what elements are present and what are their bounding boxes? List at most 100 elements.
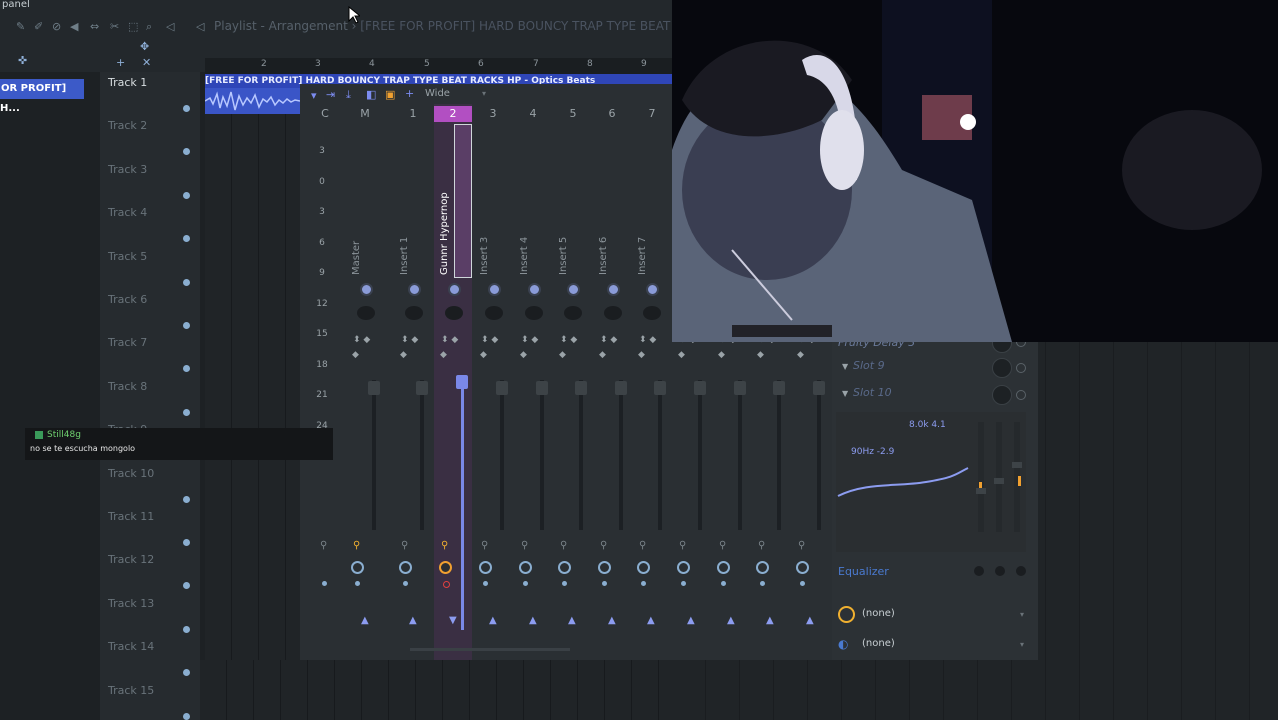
close-icon[interactable]: ✕ — [142, 56, 151, 69]
swap-arrows-icon[interactable]: ⬍ ◆ — [560, 336, 577, 345]
route-button[interactable] — [637, 561, 650, 574]
stereo-knob[interactable] — [357, 306, 375, 320]
channel-name[interactable]: Gunnr Hypernop — [439, 192, 450, 275]
lock-icon[interactable]: ⚲ — [521, 540, 528, 551]
stereo-knob[interactable] — [445, 306, 463, 320]
track-enable-dot[interactable] — [183, 495, 190, 503]
send-arrow-icon[interactable]: ▲ — [687, 615, 695, 626]
slot-10-enable[interactable] — [1016, 390, 1026, 400]
clip-selector[interactable]: OR PROFIT] H... — [0, 79, 84, 114]
route-button[interactable] — [717, 561, 730, 574]
lock-icon[interactable]: ⚲ — [353, 540, 360, 551]
channel-number[interactable]: 3 — [475, 107, 511, 120]
volume-fader-track[interactable] — [698, 380, 702, 530]
lock-icon[interactable]: ⚲ — [441, 540, 448, 551]
track-name[interactable]: Track 6 — [108, 293, 147, 306]
volume-fader-handle[interactable] — [654, 381, 666, 395]
mixer-scrollbar[interactable] — [410, 648, 570, 651]
channel-number[interactable]: 1 — [395, 107, 431, 120]
lock-icon[interactable]: ⚲ — [401, 540, 408, 551]
volume-fader-handle[interactable] — [536, 381, 548, 395]
chevron-down-icon[interactable]: ▾ — [482, 89, 486, 98]
volume-fader-track[interactable] — [420, 380, 424, 530]
lock-icon[interactable]: ⚲ — [320, 540, 327, 551]
pan-knob[interactable] — [488, 283, 501, 296]
send-arrow-icon[interactable]: ▼ — [449, 615, 457, 626]
track-enable-dot[interactable] — [183, 712, 190, 720]
channel-name[interactable]: Insert 1 — [399, 237, 410, 275]
record-arm-dot[interactable] — [355, 581, 360, 586]
track-enable-dot[interactable] — [183, 278, 190, 286]
track-name[interactable]: Track 2 — [108, 119, 147, 132]
record-arm-dot[interactable] — [800, 581, 805, 586]
swap-arrows-icon[interactable]: ⬍ ◆ — [401, 336, 418, 345]
stereo-separation-icon[interactable]: ◆ — [480, 351, 487, 360]
slot-10-mix-knob[interactable] — [992, 385, 1012, 405]
send-arrow-icon[interactable]: ▲ — [529, 615, 537, 626]
route-button[interactable] — [399, 561, 412, 574]
route-button[interactable] — [796, 561, 809, 574]
record-arm-dot[interactable] — [483, 581, 488, 586]
channel-name[interactable]: Insert 6 — [598, 237, 609, 275]
playlist-grid-bottom[interactable] — [200, 660, 672, 720]
volume-fader-track[interactable] — [540, 380, 544, 530]
track-name[interactable]: Track 3 — [108, 163, 147, 176]
mixer-menu-icon[interactable]: ▾ — [311, 89, 317, 102]
record-arm-dot[interactable] — [721, 581, 726, 586]
fx-slot-9[interactable]: Slot 9 — [853, 359, 885, 372]
stereo-knob[interactable] — [564, 306, 582, 320]
stereo-separation-icon[interactable]: ◆ — [520, 351, 527, 360]
channel-number[interactable]: C — [307, 107, 343, 120]
volume-fader-track[interactable] — [658, 380, 662, 530]
stereo-separation-icon[interactable]: ◆ — [559, 351, 566, 360]
stereo-separation-icon[interactable]: ◆ — [440, 351, 447, 360]
volume-fader-track[interactable] — [372, 380, 376, 530]
route-button[interactable] — [479, 561, 492, 574]
track-enable-dot[interactable] — [183, 539, 190, 546]
output-select[interactable]: (none) — [862, 638, 895, 649]
mixer-routing-icon[interactable]: ⇥ — [326, 88, 335, 101]
lock-icon[interactable]: ⚲ — [758, 540, 765, 551]
send-arrow-icon[interactable]: ▲ — [608, 615, 616, 626]
move-icon[interactable]: ✥ — [140, 40, 149, 53]
slot-9-mix-knob[interactable] — [992, 358, 1012, 378]
chevron-down-icon[interactable]: ▾ — [1020, 640, 1024, 649]
track-enable-dot[interactable] — [183, 105, 190, 112]
channel-number[interactable]: 4 — [515, 107, 551, 120]
route-button[interactable] — [519, 561, 532, 574]
record-arm-dot[interactable] — [681, 581, 686, 586]
chevron-down-icon[interactable]: ▼ — [842, 362, 848, 371]
stereo-knob[interactable] — [485, 306, 503, 320]
swap-arrows-icon[interactable]: ⬍ ◆ — [481, 336, 498, 345]
swap-arrows-icon[interactable]: ⬍ ◆ — [441, 336, 458, 345]
channel-name[interactable]: Insert 3 — [479, 237, 490, 275]
lock-icon[interactable]: ⚲ — [560, 540, 567, 551]
route-button[interactable] — [558, 561, 571, 574]
lock-icon[interactable]: ⚲ — [798, 540, 805, 551]
send-arrow-icon[interactable]: ▲ — [766, 615, 774, 626]
chevron-down-icon[interactable]: ▼ — [842, 389, 848, 398]
send-arrow-icon[interactable]: ▲ — [489, 615, 497, 626]
track-name[interactable]: Track 13 — [108, 597, 154, 610]
stereo-separation-icon[interactable]: ◆ — [638, 351, 645, 360]
stereo-separation-icon[interactable]: ◆ — [757, 351, 764, 360]
channel-name[interactable]: Insert 7 — [637, 237, 648, 275]
volume-fader-track[interactable] — [500, 380, 504, 530]
route-button[interactable] — [439, 561, 452, 574]
send-arrow-icon[interactable]: ▲ — [647, 615, 655, 626]
slice-icon[interactable]: ✂ — [110, 20, 119, 33]
send-arrow-icon[interactable]: ▲ — [806, 615, 814, 626]
pan-knob[interactable] — [567, 283, 580, 296]
active-channel-name-box[interactable] — [454, 124, 472, 278]
lock-icon[interactable]: ⚲ — [639, 540, 646, 551]
lock-icon[interactable]: ⚲ — [679, 540, 686, 551]
pan-knob[interactable] — [646, 283, 659, 296]
send-arrow-icon[interactable]: ▲ — [409, 615, 417, 626]
mixer-download-icon[interactable]: ⤓ — [346, 88, 351, 102]
volume-fader-track[interactable] — [461, 380, 464, 630]
audio-waveform[interactable] — [204, 88, 301, 114]
volume-fader-handle[interactable] — [734, 381, 746, 395]
volume-fader-handle[interactable] — [813, 381, 825, 395]
delete-icon[interactable]: ⊘ — [52, 20, 61, 33]
channel-name[interactable]: Master — [351, 241, 362, 275]
